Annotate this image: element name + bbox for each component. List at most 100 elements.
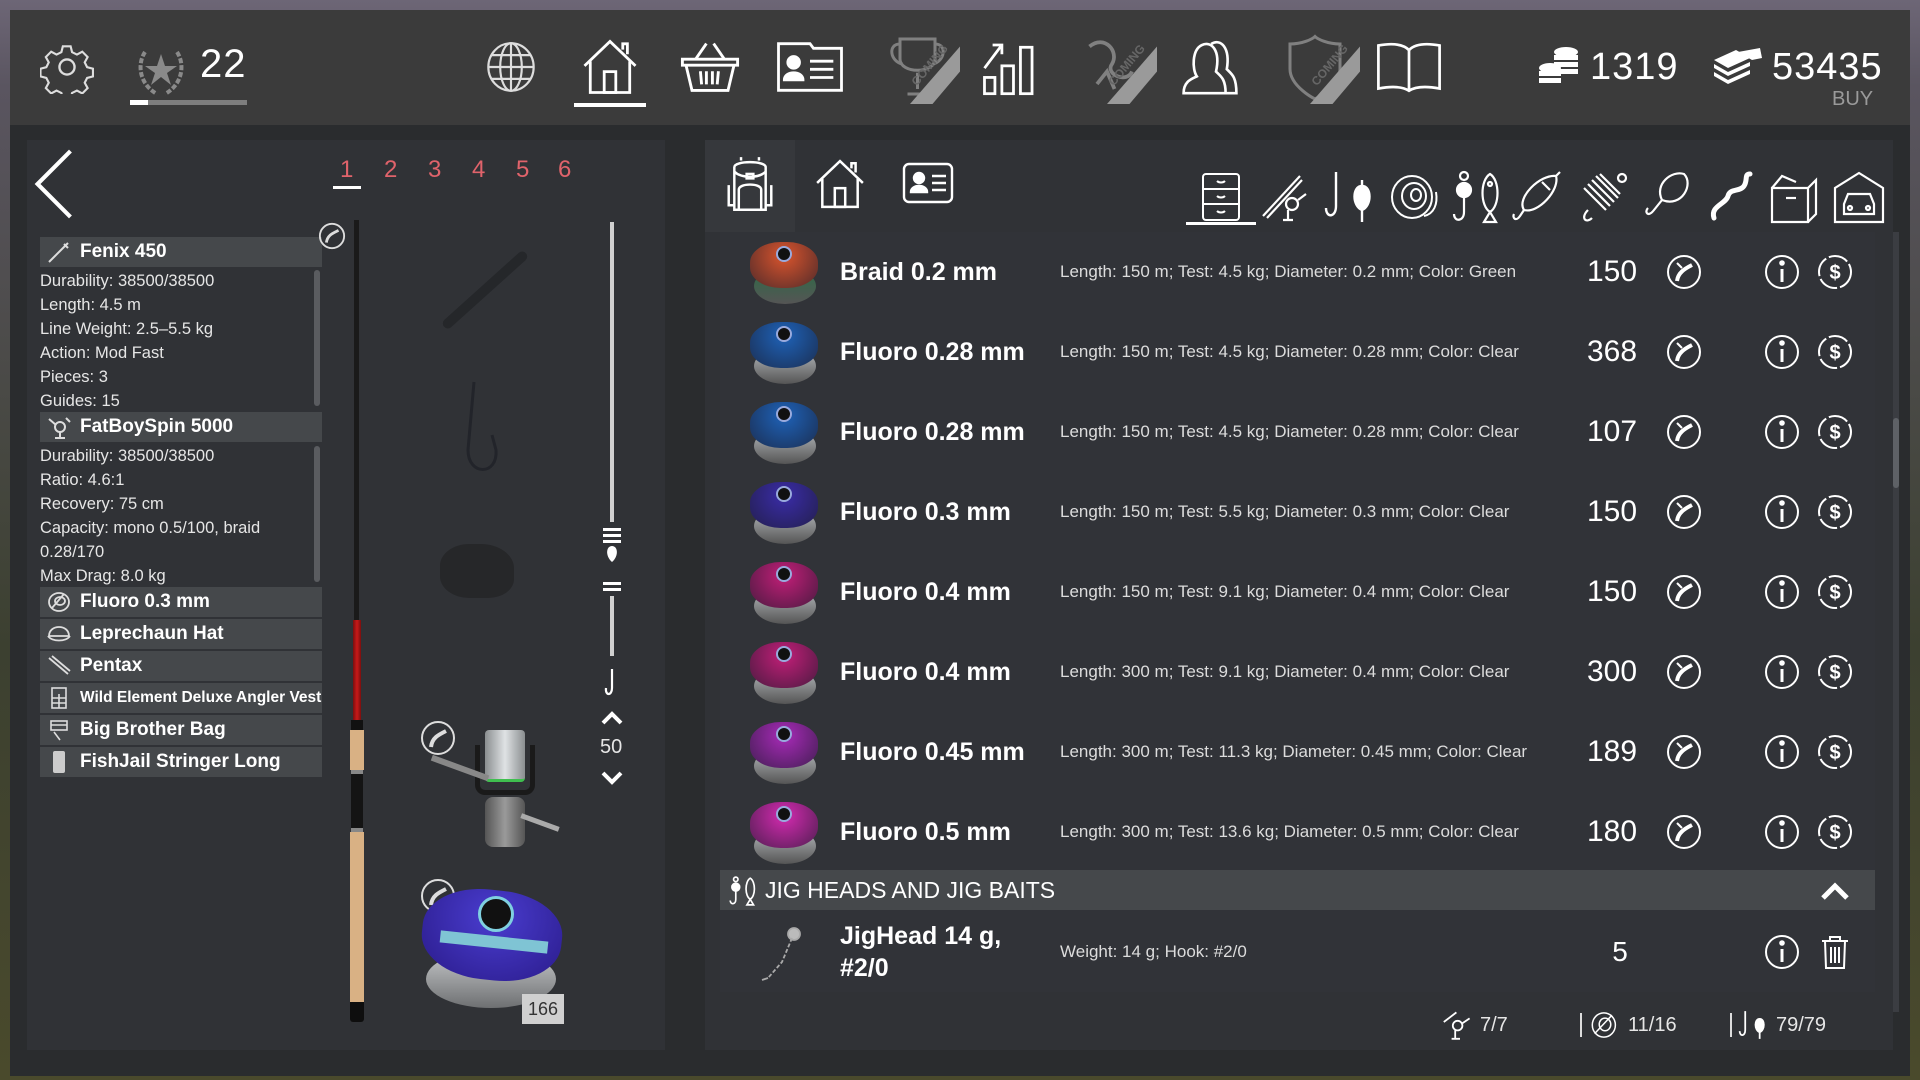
slot-tab-4[interactable]: 4 (472, 156, 485, 184)
item-quantity: 150 (1586, 495, 1638, 528)
rod-header[interactable]: Fenix 450 (40, 237, 322, 267)
repair-icon[interactable] (1665, 653, 1703, 691)
rod-stat: Pieces: 3 (40, 368, 108, 386)
home-storage-icon[interactable] (814, 158, 866, 210)
inventory-item-row[interactable]: Fluoro 0.45 mm Length: 300 m; Test: 11.3 … (740, 712, 1870, 792)
sell-dollar-icon[interactable]: $ (1816, 493, 1854, 531)
svg-text:$: $ (1829, 502, 1840, 524)
home-active-underline (574, 103, 646, 107)
gear-item-vest[interactable]: Wild Element Deluxe Angler Vest (40, 683, 322, 713)
reel-image[interactable] (430, 725, 560, 860)
leader-increase-button[interactable] (600, 710, 624, 726)
svg-text:$: $ (1829, 342, 1840, 364)
rods-reels-icon[interactable] (1260, 172, 1310, 222)
item-description: Length: 150 m; Test: 4.5 kg; Diameter: 0… (1060, 262, 1517, 281)
repair-icon[interactable] (1665, 733, 1703, 771)
gear-item-stringer[interactable]: FishJail Stringer Long (40, 747, 322, 777)
sell-dollar-icon[interactable]: $ (1816, 653, 1854, 691)
info-icon[interactable] (1763, 333, 1801, 371)
stringer-icon (46, 750, 72, 774)
backpack-icon[interactable] (724, 156, 776, 212)
buy-gold-button[interactable]: BUY (1832, 88, 1873, 111)
item-name-line: #2/0 (840, 954, 889, 982)
info-icon[interactable] (1763, 573, 1801, 611)
info-icon[interactable] (1763, 493, 1801, 531)
repair-icon[interactable] (1665, 813, 1703, 851)
collapse-chevron-icon[interactable] (1820, 878, 1850, 902)
garage-icon[interactable] (1832, 170, 1886, 224)
section-jig-heads[interactable]: JIG HEADS AND JIG BAITS (720, 870, 1875, 910)
encyclopedia-icon[interactable] (1375, 40, 1443, 94)
inventory-item-row[interactable]: Fluoro 0.28 mm Length: 150 m; Test: 4.5 k… (740, 312, 1870, 392)
inventory-item-row[interactable]: Fluoro 0.4 mm Length: 300 m; Test: 9.1 kg… (740, 632, 1870, 712)
info-icon[interactable] (1763, 813, 1801, 851)
settings-gear-icon[interactable] (40, 40, 94, 94)
worms-icon[interactable] (1706, 170, 1756, 224)
rod-info-scrollbar[interactable] (314, 270, 320, 406)
repair-icon[interactable] (1665, 333, 1703, 371)
trash-icon[interactable] (1816, 933, 1854, 971)
slot-tab-3[interactable]: 3 (428, 156, 441, 184)
spool-logo (776, 726, 792, 742)
repair-icon[interactable] (1665, 413, 1703, 451)
float-marker-icon[interactable] (603, 528, 621, 598)
shop-basket-icon[interactable] (680, 40, 740, 94)
reel-info-scrollbar[interactable] (314, 446, 320, 582)
sell-dollar-icon[interactable]: $ (1816, 333, 1854, 371)
gear-item-sunglasses[interactable]: Pentax (40, 651, 322, 681)
all-storage-icon[interactable] (1200, 172, 1242, 222)
rod-stat: Guides: 15 (40, 392, 120, 410)
lines-icon[interactable] (1388, 172, 1440, 222)
spool-logo (776, 406, 792, 422)
slot-tab-5[interactable]: 5 (516, 156, 529, 184)
sell-dollar-icon[interactable]: $ (1816, 573, 1854, 611)
misc-box-icon[interactable] (1766, 170, 1822, 224)
rod-image[interactable] (350, 220, 364, 1022)
inventory-item-row[interactable]: Fluoro 0.4 mm Length: 150 m; Test: 9.1 kg… (740, 552, 1870, 632)
repair-icon[interactable] (1665, 573, 1703, 611)
sell-dollar-icon[interactable]: $ (1816, 413, 1854, 451)
profile-card-icon[interactable] (775, 40, 845, 94)
gear-item-label: Pentax (80, 655, 143, 676)
hook-slot-placeholder[interactable] (450, 380, 510, 480)
hooks-floats-icon[interactable] (1324, 170, 1376, 224)
profile-storage-icon[interactable] (902, 162, 954, 204)
back-arrow-icon[interactable] (32, 148, 76, 220)
info-icon[interactable] (1763, 413, 1801, 451)
info-icon[interactable] (1763, 733, 1801, 771)
spoons-icon[interactable] (1642, 170, 1694, 224)
stats-icon[interactable] (980, 38, 1040, 96)
info-icon[interactable] (1763, 253, 1801, 291)
flies-icon[interactable] (1578, 170, 1630, 224)
bait-slot-placeholder[interactable] (440, 544, 514, 598)
reel-header[interactable]: FatBoySpin 5000 (40, 412, 322, 442)
sell-dollar-icon[interactable]: $ (1816, 813, 1854, 851)
gear-item-hat[interactable]: Leprechaun Hat (40, 619, 322, 649)
repair-icon[interactable] (1665, 253, 1703, 291)
sell-dollar-icon[interactable]: $ (1816, 253, 1854, 291)
gear-item-bag[interactable]: Big Brother Bag (40, 715, 322, 745)
inventory-item-row[interactable]: Fluoro 0.3 mm Length: 150 m; Test: 5.5 kg… (740, 472, 1870, 552)
jig-baits-icon[interactable] (1450, 170, 1504, 224)
hook-marker-icon (604, 668, 620, 698)
sell-dollar-icon[interactable]: $ (1816, 733, 1854, 771)
slot-tab-6[interactable]: 6 (558, 156, 571, 184)
info-icon[interactable] (1763, 933, 1801, 971)
home-icon[interactable] (580, 38, 640, 96)
inventory-item-row[interactable]: Fluoro 0.28 mm Length: 150 m; Test: 4.5 k… (740, 392, 1870, 472)
inventory-item-row[interactable]: Fluoro 0.5 mm Length: 300 m; Test: 13.6 k… (740, 792, 1870, 872)
jig-item-row[interactable]: JigHead 14 g, #2/0 Weight: 14 g; Hook: #… (740, 912, 1870, 992)
repair-rod-icon[interactable] (318, 222, 346, 250)
repair-icon[interactable] (1665, 493, 1703, 531)
slot-tab-2[interactable]: 2 (384, 156, 397, 184)
inventory-item-row[interactable]: Braid 0.2 mm Length: 150 m; Test: 4.5 kg;… (740, 232, 1870, 312)
rank-laurel-icon[interactable] (130, 40, 192, 100)
gear-item-line[interactable]: Fluoro 0.3 mm (40, 587, 322, 617)
list-scrollbar-thumb[interactable] (1893, 418, 1899, 488)
lures-icon[interactable] (1512, 170, 1564, 224)
friends-icon[interactable] (1180, 38, 1240, 98)
leader-decrease-button[interactable] (600, 770, 624, 786)
globe-icon[interactable] (484, 40, 538, 94)
slot-tab-1[interactable]: 1 (340, 156, 353, 184)
info-icon[interactable] (1763, 653, 1801, 691)
